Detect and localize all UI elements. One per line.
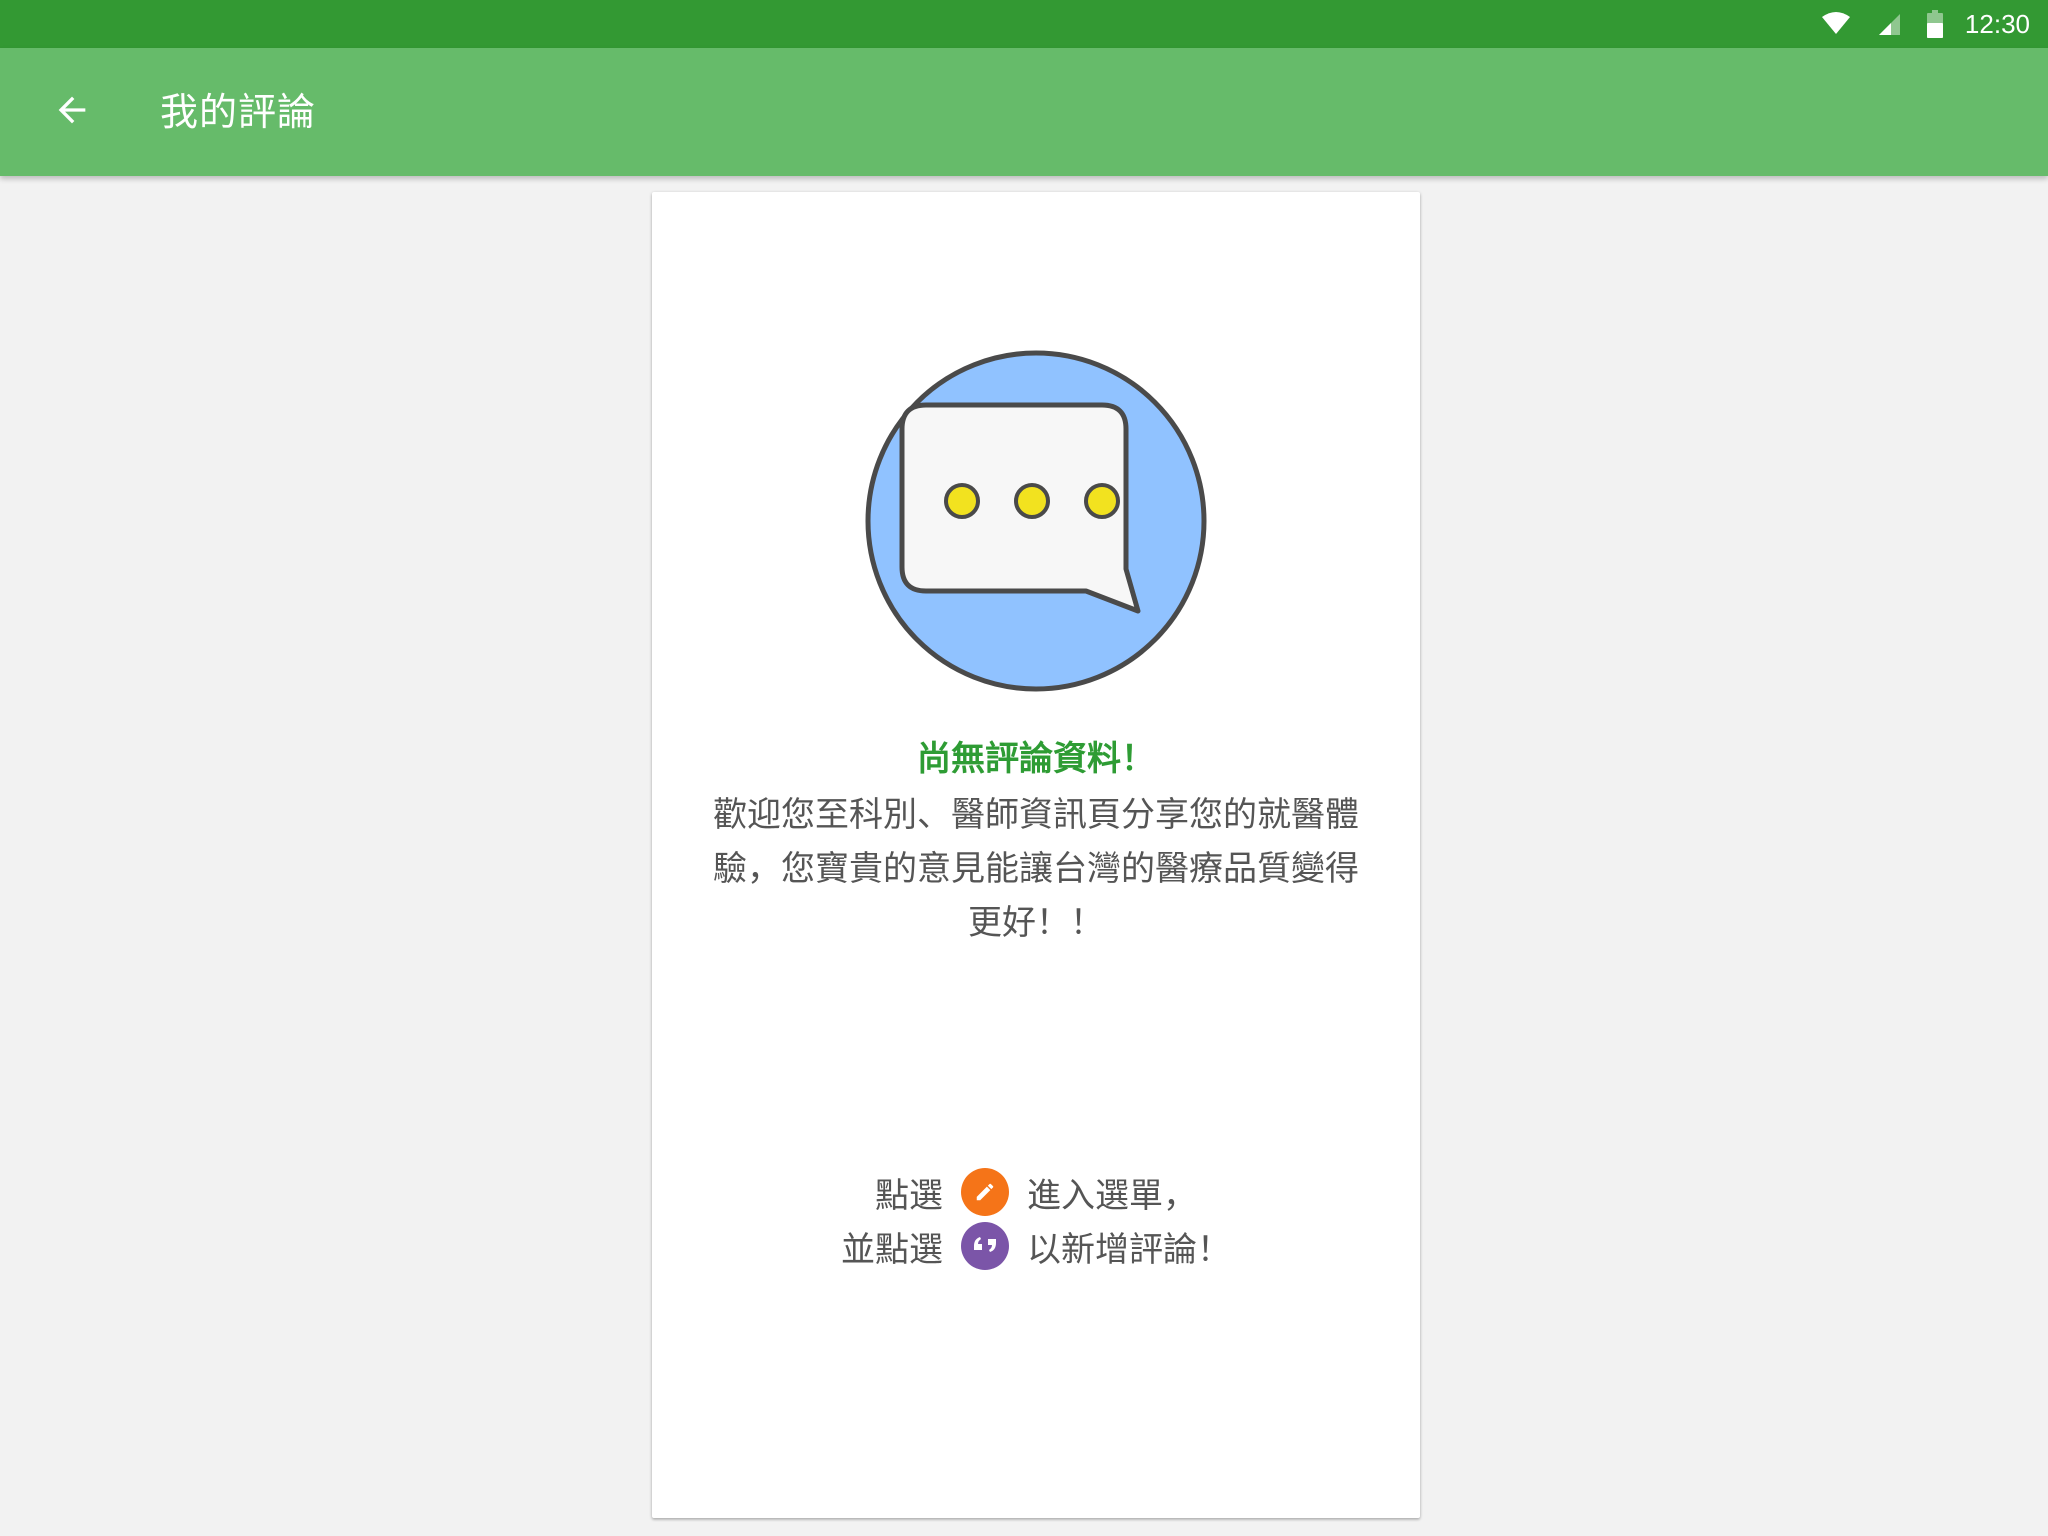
- pencil-icon: [961, 1168, 1009, 1216]
- app-bar: 我的評論: [0, 48, 2048, 176]
- wifi-icon: [1821, 12, 1851, 36]
- instruction-2-after: 以新增評論！: [1027, 1229, 1231, 1270]
- status-time: 12:30: [1964, 8, 2030, 39]
- instruction-add-review: 並點選 以新增評論！: [652, 1219, 1420, 1273]
- battery-icon: [1926, 10, 1943, 38]
- instruction-1-after: 進入選單，: [1027, 1175, 1197, 1216]
- quote-icon: [961, 1222, 1009, 1270]
- chat-bubble-icon: [864, 349, 1208, 693]
- back-button[interactable]: [36, 72, 108, 152]
- page-title: 我的評論: [160, 90, 317, 134]
- instruction-1-before: 點選: [875, 1175, 943, 1216]
- status-icons: 12:30: [1795, 0, 2030, 48]
- status-bar: 12:30: [0, 0, 2048, 48]
- empty-state-card: 尚無評論資料！ 歡迎您至科別、醫師資訊頁分享您的就醫體驗，您寶貴的意見能讓台灣的…: [652, 192, 1420, 1518]
- instruction-edit-menu: 點選 進入選單，: [652, 1165, 1420, 1219]
- empty-state-title: 尚無評論資料！: [917, 739, 1155, 779]
- cell-signal-icon: [1877, 12, 1901, 36]
- empty-state-message: 歡迎您至科別、醫師資訊頁分享您的就醫體驗，您寶貴的意見能讓台灣的醫療品質變得更好…: [713, 795, 1359, 943]
- arrow-left-icon: [52, 90, 92, 134]
- instruction-2-before: 並點選: [841, 1229, 943, 1270]
